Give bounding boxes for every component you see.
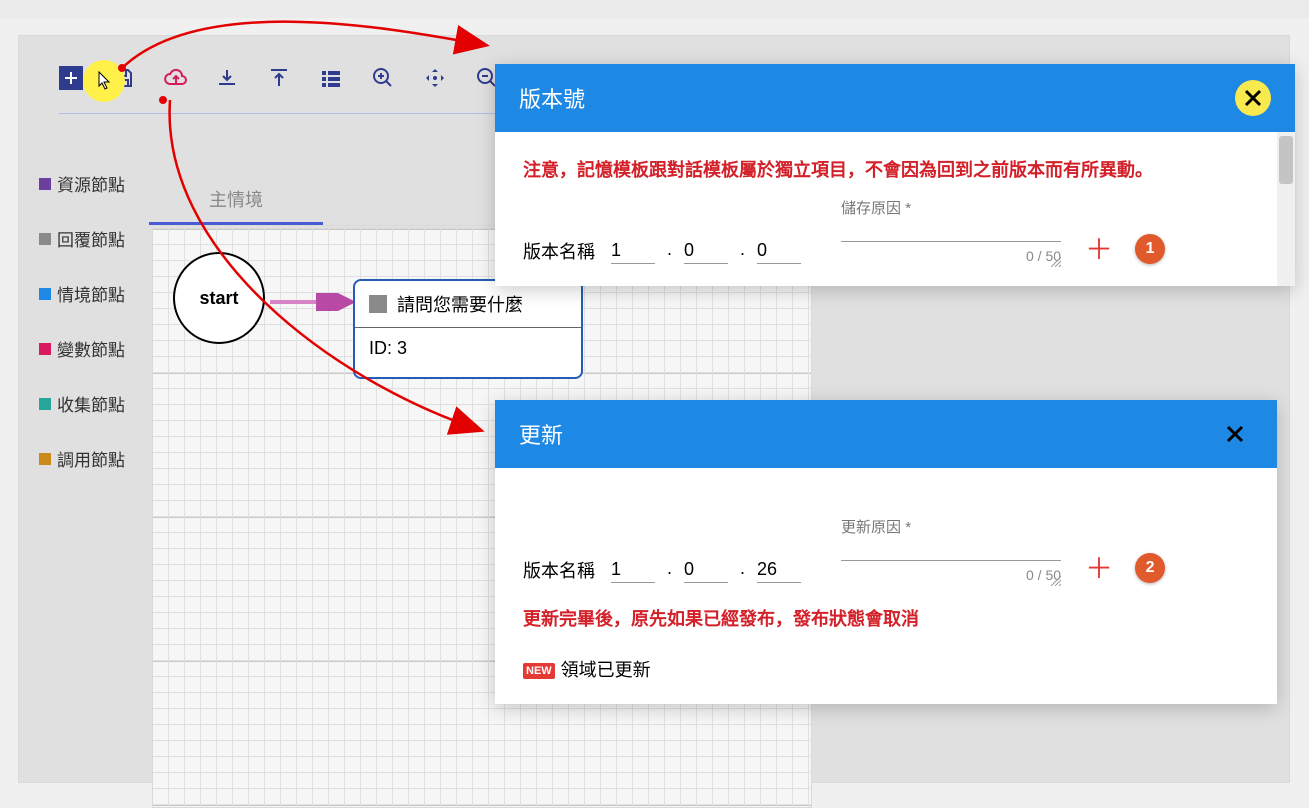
legend-item-variable[interactable]: 變數節點 [39, 336, 125, 361]
update-minor-input[interactable] [684, 557, 728, 583]
add-update-button[interactable]: ＋ [1085, 555, 1113, 583]
legend-item-context[interactable]: 情境節點 [39, 281, 125, 306]
update-reason-input[interactable] [841, 538, 1061, 561]
pan-icon[interactable] [423, 66, 447, 90]
list-icon[interactable] [319, 66, 343, 90]
version-minor-input[interactable] [684, 238, 728, 264]
zoom-in-icon[interactable] [371, 66, 395, 90]
resize-grip-icon [1051, 576, 1061, 586]
version-patch-input[interactable] [757, 238, 801, 264]
edge-start-to-box [268, 293, 358, 311]
scenario-tabs: 主情境 [149, 176, 509, 226]
legend-item-collect[interactable]: 收集節點 [39, 391, 125, 416]
close-icon[interactable] [1235, 80, 1271, 116]
version-dialog-header: 版本號 [495, 64, 1295, 132]
toolbar [59, 66, 499, 90]
version-name-label: 版本名稱 [523, 238, 595, 264]
update-form-row: 版本名稱 . . 更新原因 * 0 / 50 ＋ 2 [523, 538, 1249, 583]
start-node[interactable]: start [173, 252, 265, 344]
update-dialog-header: 更新 [495, 400, 1277, 468]
legend-item-resource[interactable]: 資源節點 [39, 171, 125, 196]
legend-label: 情境節點 [57, 281, 125, 306]
reply-node[interactable]: 請問您需要什麼 ID: 3 [353, 279, 583, 379]
save-reason-input[interactable] [841, 219, 1061, 242]
legend-item-invoke[interactable]: 調用節點 [39, 446, 125, 471]
close-icon[interactable] [1217, 416, 1253, 452]
cursor-highlight [83, 60, 125, 102]
update-dialog: 更新 版本名稱 . . 更新原因 * 0 / 50 ＋ 2 更新完畢後，原先如果… [495, 400, 1277, 704]
domain-updated-text: 領域已更新 [561, 660, 651, 680]
update-reason-label: 更新原因 * [841, 516, 911, 537]
add-icon[interactable] [59, 66, 83, 90]
upload-arrow-icon[interactable] [267, 66, 291, 90]
legend-label: 收集節點 [57, 391, 125, 416]
legend-item-reply[interactable]: 回覆節點 [39, 226, 125, 251]
update-warning: 更新完畢後，原先如果已經發布，發布狀態會取消 [523, 605, 1249, 634]
callout-badge-2: 2 [1135, 553, 1165, 583]
scrollbar[interactable] [1277, 132, 1295, 286]
version-dialog: 版本號 注意，記憶模板跟對話模板屬於獨立項目，不會因為回到之前版本而有所異動。 … [495, 64, 1295, 286]
save-reason-counter: 0 / 50 [841, 248, 1061, 264]
version-major-input[interactable] [611, 238, 655, 264]
update-dialog-title: 更新 [519, 418, 563, 450]
download-icon[interactable] [215, 66, 239, 90]
update-name-label: 版本名稱 [523, 557, 595, 583]
legend-label: 變數節點 [57, 336, 125, 361]
save-reason-label: 儲存原因 * [841, 197, 911, 218]
update-major-input[interactable] [611, 557, 655, 583]
callout-badge-1: 1 [1135, 234, 1165, 264]
node-legend: 資源節點 回覆節點 情境節點 變數節點 收集節點 調用節點 [39, 171, 125, 471]
legend-label: 回覆節點 [57, 226, 125, 251]
version-form-row: 版本名稱 . . 儲存原因 * 0 / 50 ＋ 1 [523, 219, 1249, 264]
reply-node-title: 請問您需要什麼 [397, 291, 523, 317]
add-version-button[interactable]: ＋ [1085, 236, 1113, 264]
version-dialog-title: 版本號 [519, 82, 585, 114]
legend-label: 資源節點 [57, 171, 125, 196]
resize-grip-icon [1051, 257, 1061, 267]
reply-swatch-icon [369, 295, 387, 313]
update-reason-counter: 0 / 50 [841, 567, 1061, 583]
legend-label: 調用節點 [57, 446, 125, 471]
tab-main-scenario[interactable]: 主情境 [149, 176, 323, 225]
new-badge: NEW [523, 663, 555, 679]
cloud-upload-icon[interactable] [163, 66, 187, 90]
update-patch-input[interactable] [757, 557, 801, 583]
domain-updated-line: NEW 領域已更新 [523, 656, 1249, 682]
version-warning: 注意，記憶模板跟對話模板屬於獨立項目，不會因為回到之前版本而有所異動。 [523, 156, 1249, 185]
reply-node-id: ID: 3 [355, 327, 581, 377]
